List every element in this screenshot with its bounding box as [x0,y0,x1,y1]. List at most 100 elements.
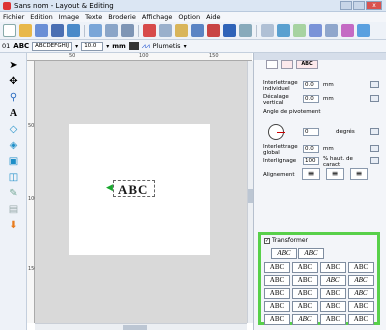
apply-icon[interactable] [370,95,379,102]
menu-help[interactable]: Aide [206,12,220,22]
tab-stitch[interactable] [266,60,278,69]
shape2-icon[interactable]: ◈ [6,138,21,152]
shape3-icon[interactable]: ▣ [6,154,21,168]
align-center-button[interactable]: ≡ [326,168,344,180]
menu-image[interactable]: Image [59,12,79,22]
minimize-button[interactable] [340,1,352,10]
cut-icon[interactable] [143,24,156,37]
stitch-icon[interactable] [309,24,322,37]
transform-option[interactable]: ABC [348,301,374,312]
stitch-icon[interactable]: ⩘⩘ [142,42,150,51]
stitch-tool-icon[interactable]: ▤ [6,202,21,216]
start-point-icon[interactable]: ◀ [106,183,113,193]
print-icon[interactable] [121,24,134,37]
grid-icon[interactable] [261,24,274,37]
scroll-thumb[interactable] [123,325,147,330]
align-left-button[interactable]: ≡ [302,168,320,180]
zoom-icon[interactable] [277,24,290,37]
transform-option[interactable]: ABC [264,262,290,273]
transform-option[interactable]: ABC [264,288,290,299]
apply-icon[interactable] [370,157,379,164]
new-icon[interactable] [3,24,16,37]
transform-checkbox[interactable]: ✓ Transformer [264,237,308,244]
global-spacing-field[interactable]: 0.0 [303,145,319,153]
menu-option[interactable]: Option [178,12,200,22]
menu-text[interactable]: Texte [85,12,102,22]
transform-option[interactable]: ABC [320,301,346,312]
transform-option[interactable]: ABC [292,288,318,299]
chevron-down-icon[interactable]: ▾ [106,43,109,50]
apply-icon[interactable] [370,128,379,135]
toolbar-separator [84,24,85,37]
maximize-button[interactable] [353,1,365,10]
transform-option[interactable]: ABC [348,288,374,299]
transform-option[interactable]: ABC [298,248,324,259]
menu-edit[interactable]: Edition [30,12,53,22]
stitch-type[interactable]: Plumetis [153,42,181,50]
undo-icon[interactable] [223,24,236,37]
tab-text[interactable]: ABC [296,60,318,69]
size-field[interactable]: 10.0 [81,41,104,51]
transform-option[interactable]: ABC [292,262,318,273]
transform-option[interactable]: ABC [292,275,318,286]
color-swatch[interactable] [128,42,139,50]
offset-field[interactable]: 0.0 [303,95,319,103]
save-icon[interactable] [51,24,64,37]
transform-option[interactable]: ABC [320,288,346,299]
transform-option[interactable]: ABC [264,314,290,325]
line-spacing-field[interactable]: 100 [303,157,319,165]
horizontal-scrollbar[interactable] [35,323,247,330]
open-icon[interactable] [19,24,32,37]
font-select[interactable]: ABCDEFGHIJ [32,41,73,51]
apply-icon[interactable] [370,145,379,152]
transform-option[interactable]: ABC [264,301,290,312]
align-right-button[interactable]: ≡ [350,168,368,180]
transform-option[interactable]: ABC [348,275,374,286]
color-icon[interactable] [341,24,354,37]
card-icon[interactable] [105,24,118,37]
copy-icon[interactable] [159,24,172,37]
text-icon[interactable] [207,24,220,37]
import-icon[interactable] [35,24,48,37]
chevron-down-icon[interactable]: ▾ [184,43,187,50]
fill-icon[interactable]: ⬇ [6,218,21,232]
menu-view[interactable]: Affichage [142,12,173,22]
angle-field[interactable]: 0 [303,128,319,136]
apply-icon[interactable] [370,81,379,88]
rotation-dial[interactable] [268,124,285,140]
duplicate-icon[interactable] [191,24,204,37]
save-as-icon[interactable] [67,24,80,37]
text-object[interactable]: ABC [113,180,155,197]
select-icon[interactable]: ➤ [6,58,21,72]
menu-file[interactable]: Fichier [3,12,24,22]
point-edit-icon[interactable]: ✥ [6,74,21,88]
close-button[interactable]: x [366,1,382,10]
interletter-field[interactable]: 0.0 [303,81,319,89]
shape4-icon[interactable]: ◫ [6,170,21,184]
wand-icon[interactable] [239,24,252,37]
transform-option[interactable]: ABC [320,314,346,325]
transform-option[interactable]: ABC [348,314,374,325]
preview-icon[interactable] [325,24,338,37]
pencil-icon[interactable]: ✎ [6,186,21,200]
transfer-icon[interactable] [89,24,102,37]
transform-option[interactable]: ABC [292,314,318,325]
canvas-area[interactable]: ◀ ABC [35,61,247,323]
text-tool-icon[interactable]: A [6,106,21,120]
hoop-icon[interactable] [293,24,306,37]
toolbar-separator [256,24,257,37]
transform-option[interactable]: ABC [292,301,318,312]
zoom-icon[interactable]: ⚲ [6,90,21,104]
properties-icon[interactable] [357,24,370,37]
checkbox[interactable]: ✓ [264,237,270,244]
menu-embroidery[interactable]: Broderie [108,12,136,22]
chevron-down-icon[interactable]: ▾ [75,43,78,50]
transform-option[interactable]: ABC [264,275,290,286]
shape-icon[interactable]: ◇ [6,122,21,136]
transform-option[interactable]: ABC [320,275,346,286]
transform-option[interactable]: ABC [320,262,346,273]
tab-color[interactable] [281,60,293,69]
transform-option[interactable]: ABC [348,262,374,273]
paste-icon[interactable] [175,24,188,37]
transform-option[interactable]: ABC [271,248,297,259]
